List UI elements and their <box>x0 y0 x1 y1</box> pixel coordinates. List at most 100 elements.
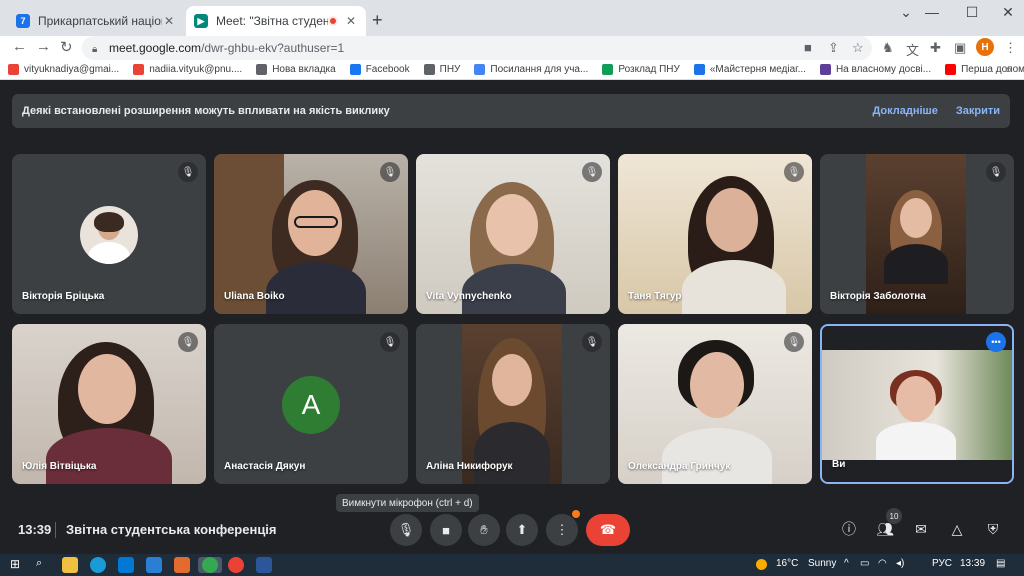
participant-name: Олександра Гринчук <box>628 461 731 472</box>
muted-mic-icon: 🎙︎ <box>380 332 400 352</box>
bookmark-favicon-icon <box>819 64 831 75</box>
bookmark-item[interactable]: Нова вкладка <box>256 64 336 75</box>
bookmark-favicon-icon <box>256 64 268 75</box>
self-tile[interactable]: ••• Ви <box>820 324 1014 484</box>
share-icon[interactable]: ⇪ <box>828 40 839 56</box>
participant-name: Vita Vynnychenko <box>426 291 512 302</box>
extensions-puzzle-icon[interactable]: ✚ <box>930 40 941 56</box>
meeting-clock: 13:39 <box>18 522 52 537</box>
bookmark-item[interactable]: nadiia.vityuk@pnu.... <box>133 64 242 75</box>
tray-chevron-icon[interactable]: ^ <box>844 558 849 569</box>
chrome-profile-icon[interactable] <box>228 557 244 573</box>
bookmark-item[interactable]: ПНУ <box>423 64 461 75</box>
edge-icon[interactable] <box>90 557 106 573</box>
participant-tile[interactable]: 🎙︎ Олександра Гринчук <box>618 324 812 484</box>
more-options-button[interactable]: ⋮ <box>546 514 578 546</box>
mail-icon[interactable] <box>146 557 162 573</box>
menu-kebab-icon[interactable]: ⋮ <box>1004 40 1017 56</box>
wifi-icon[interactable]: ◠ <box>878 558 887 569</box>
bookmark-label: «Майстерня медіаг... <box>709 64 806 75</box>
microphone-button[interactable]: 🎙︎ <box>390 514 422 546</box>
meeting-details-icon[interactable]: ⓘ <box>836 516 862 542</box>
bookmark-label: Нова вкладка <box>272 64 336 75</box>
side-panel-icon[interactable]: ▣ <box>954 40 966 56</box>
participant-name: Юлія Вітвіцька <box>22 461 97 472</box>
bookmark-item[interactable]: На власному досві... <box>819 64 932 75</box>
activities-icon[interactable]: △ <box>944 516 970 542</box>
bookmark-item[interactable]: Розклад ПНУ <box>602 64 680 75</box>
file-explorer-icon[interactable] <box>62 557 78 573</box>
host-controls-icon[interactable]: ⛨ <box>980 516 1006 542</box>
tab-pnu[interactable]: 7 Прикарпатський національний ✕ <box>8 6 184 36</box>
media-icon[interactable] <box>174 557 190 573</box>
participant-tile[interactable]: 🎙︎ Vita Vynnychenko <box>416 154 610 314</box>
extension-icon[interactable]: ♞ <box>882 40 894 56</box>
tab-meet[interactable]: ▶ Meet: "Звітна студентська к ✕ <box>186 6 366 36</box>
participant-tile[interactable]: A 🎙︎ Анастасія Дякун <box>214 324 408 484</box>
chat-icon[interactable]: ✉︎ <box>908 516 934 542</box>
bookmark-favicon-icon <box>693 64 705 75</box>
participant-avatar: A <box>282 376 340 434</box>
close-tab-icon[interactable]: ✕ <box>344 14 358 28</box>
camera-button[interactable]: ■ <box>430 514 462 546</box>
bookmark-item[interactable]: Посилання для уча... <box>474 64 588 75</box>
forward-arrow-icon[interactable]: → <box>36 38 51 55</box>
recording-indicator-icon <box>328 16 338 26</box>
participant-avatar <box>80 206 138 264</box>
maximize-button[interactable]: ☐ <box>952 4 992 21</box>
tab-title: Meet: "Звітна студентська к <box>216 14 328 28</box>
reload-icon[interactable]: ↻ <box>60 38 73 56</box>
participant-tile[interactable]: 🎙︎ Вікторія Заболотна <box>820 154 1014 314</box>
notifications-icon[interactable]: ▤ <box>996 558 1005 569</box>
weather-temperature[interactable]: 16°C <box>776 558 798 569</box>
profile-avatar[interactable]: H <box>976 38 994 56</box>
bookmark-label: ПНУ <box>439 64 461 75</box>
separator <box>55 522 56 538</box>
bookmark-label: vityuknadiya@gmai... <box>24 64 120 75</box>
minimize-button[interactable]: — <box>912 4 952 20</box>
keyboard-language[interactable]: РУС <box>932 558 952 569</box>
participant-tile[interactable]: 🎙︎ Вікторія Бріцька <box>12 154 206 314</box>
word-icon[interactable] <box>256 557 272 573</box>
bookmark-item[interactable]: Facebook <box>349 64 410 75</box>
participant-tile[interactable]: 🎙︎ Аліна Никифорук <box>416 324 610 484</box>
bookmark-star-icon[interactable]: ☆ <box>852 40 864 56</box>
weather-condition[interactable]: Sunny <box>808 558 836 569</box>
bookmark-label: Посилання для уча... <box>490 64 589 75</box>
bookmark-favicon-icon <box>8 64 19 75</box>
present-screen-button[interactable]: ⬆ <box>506 514 538 546</box>
participant-tile[interactable]: 🎙︎ Юлія Вітвіцька <box>12 324 206 484</box>
bookmarks-overflow-icon[interactable]: » <box>1006 60 1012 79</box>
muted-mic-icon: 🎙︎ <box>380 162 400 182</box>
meeting-title: Звітна студентська конференція <box>66 522 277 537</box>
meeting-control-bar: 13:39 Звітна студентська конференція 🎙︎ … <box>0 508 1024 554</box>
back-arrow-icon[interactable]: ← <box>12 38 27 55</box>
details-link[interactable]: Докладніше <box>872 105 937 117</box>
close-tab-icon[interactable]: ✕ <box>162 14 176 28</box>
volume-icon[interactable]: ◂) <box>896 558 904 569</box>
address-bar[interactable]: 🔒︎ meet.google.com/dwr-ghbu-ekv?authuser… <box>82 36 872 60</box>
speaking-indicator-icon: ••• <box>986 332 1006 352</box>
close-window-button[interactable]: ✕ <box>988 4 1024 21</box>
network-icon[interactable]: ▭ <box>860 558 869 569</box>
participant-count-badge: 10 <box>886 508 902 524</box>
raise-hand-button[interactable]: ✋︎ <box>468 514 500 546</box>
participant-tile[interactable]: 🎙︎ Таня Тягур <box>618 154 812 314</box>
participant-name: Ви <box>832 459 846 470</box>
bookmark-label: На власному досві... <box>835 64 932 75</box>
participant-tile[interactable]: 🎙︎ Uliana Boiko <box>214 154 408 314</box>
taskbar-clock[interactable]: 13:39 <box>960 558 985 569</box>
camera-in-use-icon[interactable]: ■ <box>804 40 812 55</box>
search-icon[interactable]: ⌕ <box>36 557 42 570</box>
bookmark-item[interactable]: vityuknadiya@gmai... <box>8 64 119 75</box>
windows-start-icon[interactable]: ⊞ <box>10 557 20 571</box>
banner-message: Деякі встановлені розширення можуть впли… <box>22 105 390 117</box>
close-banner-button[interactable]: Закрити <box>956 105 1000 117</box>
translate-icon[interactable]: 文 <box>906 40 919 59</box>
bookmark-item[interactable]: Перша допомога -... <box>945 64 1024 75</box>
new-tab-button[interactable]: + <box>372 10 383 31</box>
bookmark-item[interactable]: «Майстерня медіаг... <box>693 64 806 75</box>
chrome-icon <box>202 557 218 573</box>
store-icon[interactable] <box>118 557 134 573</box>
end-call-button[interactable]: ☎︎ <box>586 514 630 546</box>
